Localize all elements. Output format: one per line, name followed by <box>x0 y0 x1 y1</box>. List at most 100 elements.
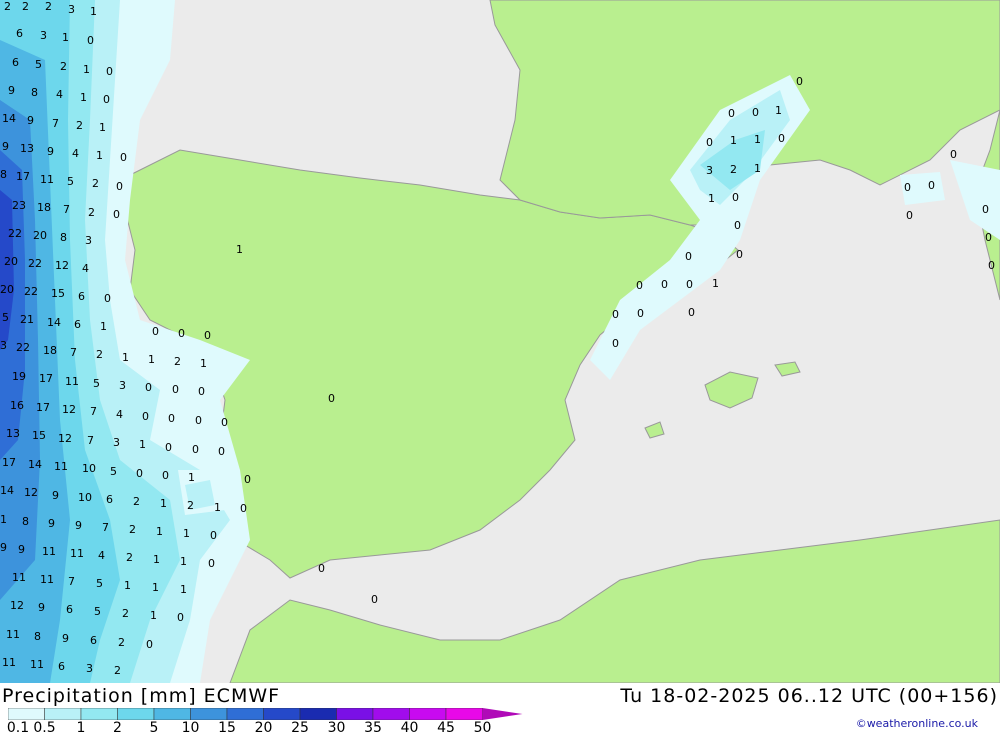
svg-text:0: 0 <box>906 209 913 222</box>
legend-label: 45 <box>437 720 455 736</box>
svg-text:11: 11 <box>2 656 16 669</box>
svg-text:2: 2 <box>96 348 103 361</box>
svg-text:12: 12 <box>55 259 69 272</box>
svg-text:5: 5 <box>110 465 117 478</box>
legend-panel: Precipitation [mm] ECMWF Tu 18-02-2025 0… <box>0 683 1000 736</box>
svg-text:0: 0 <box>168 412 175 425</box>
svg-text:1: 1 <box>775 104 782 117</box>
legend-swatch <box>336 708 374 720</box>
svg-text:9: 9 <box>38 601 45 614</box>
svg-text:4: 4 <box>98 549 105 562</box>
svg-text:11: 11 <box>42 545 56 558</box>
legend-label: 35 <box>364 720 382 736</box>
svg-text:15: 15 <box>32 429 46 442</box>
svg-text:0: 0 <box>950 148 957 161</box>
svg-text:4: 4 <box>116 408 123 421</box>
svg-text:16: 16 <box>10 399 24 412</box>
svg-text:14: 14 <box>47 316 61 329</box>
svg-text:2: 2 <box>133 495 140 508</box>
svg-text:15: 15 <box>51 287 65 300</box>
svg-text:1: 1 <box>100 320 107 333</box>
legend-label: 20 <box>254 720 273 736</box>
svg-text:1: 1 <box>80 91 87 104</box>
svg-text:1: 1 <box>180 583 187 596</box>
svg-text:3: 3 <box>68 3 75 16</box>
svg-text:12: 12 <box>24 486 38 499</box>
credit-link[interactable]: ©weatheronline.co.uk <box>856 717 978 730</box>
svg-text:0: 0 <box>178 327 185 340</box>
svg-text:7: 7 <box>70 346 77 359</box>
svg-text:2: 2 <box>118 636 125 649</box>
svg-text:2: 2 <box>4 0 11 13</box>
legend-label: 25 <box>291 720 309 736</box>
svg-text:9: 9 <box>62 632 69 645</box>
legend-label: 30 <box>327 720 346 736</box>
svg-text:2: 2 <box>174 355 181 368</box>
svg-text:2: 2 <box>730 163 737 176</box>
map-valid-time: Tu 18-02-2025 06..12 UTC (00+156) <box>620 685 998 707</box>
svg-text:10: 10 <box>78 491 92 504</box>
svg-text:17: 17 <box>39 372 53 385</box>
svg-text:0: 0 <box>661 278 668 291</box>
svg-text:1: 1 <box>122 351 129 364</box>
svg-text:0: 0 <box>328 392 335 405</box>
svg-text:1: 1 <box>96 149 103 162</box>
svg-text:0: 0 <box>204 329 211 342</box>
svg-text:12: 12 <box>58 432 72 445</box>
svg-text:5: 5 <box>94 605 101 618</box>
svg-text:0: 0 <box>145 381 152 394</box>
svg-text:1: 1 <box>236 243 243 256</box>
svg-text:4: 4 <box>82 262 89 275</box>
svg-text:0: 0 <box>195 414 202 427</box>
svg-text:0: 0 <box>208 557 215 570</box>
svg-text:0: 0 <box>318 562 325 575</box>
svg-text:2: 2 <box>22 0 29 13</box>
svg-text:1: 1 <box>90 5 97 18</box>
svg-text:0: 0 <box>637 307 644 320</box>
legend-label: 15 <box>218 720 236 736</box>
svg-text:22: 22 <box>8 227 22 240</box>
precipitation-map: 22231 6310 65210 98410 14 9 7 2 1 9 13 9 4 1 0 81… <box>0 0 1000 683</box>
svg-text:0: 0 <box>796 75 803 88</box>
svg-text:0: 0 <box>688 306 695 319</box>
svg-text:5: 5 <box>67 175 74 188</box>
legend-swatch <box>44 708 82 720</box>
legend-swatch <box>80 708 118 720</box>
svg-text:2: 2 <box>92 177 99 190</box>
svg-text:0: 0 <box>120 151 127 164</box>
svg-text:7: 7 <box>68 575 75 588</box>
svg-text:9: 9 <box>75 519 82 532</box>
svg-text:1: 1 <box>188 471 195 484</box>
legend-swatch <box>153 708 191 720</box>
svg-text:1: 1 <box>730 134 737 147</box>
svg-text:1: 1 <box>62 31 69 44</box>
legend-swatch <box>8 708 45 720</box>
svg-text:1: 1 <box>160 497 167 510</box>
svg-text:3: 3 <box>113 436 120 449</box>
svg-text:11: 11 <box>12 571 26 584</box>
svg-text:0: 0 <box>210 529 217 542</box>
legend-label: 10 <box>181 720 200 736</box>
svg-text:1: 1 <box>214 501 221 514</box>
svg-text:0: 0 <box>982 203 989 216</box>
svg-text:0: 0 <box>371 593 378 606</box>
legend-swatch <box>299 708 337 720</box>
svg-text:20: 20 <box>33 229 47 242</box>
svg-text:1: 1 <box>200 357 207 370</box>
svg-text:11: 11 <box>54 460 68 473</box>
svg-text:0: 0 <box>116 180 123 193</box>
svg-text:0: 0 <box>87 34 94 47</box>
svg-text:0: 0 <box>686 278 693 291</box>
svg-text:1: 1 <box>183 527 190 540</box>
legend-label: 40 <box>400 720 419 736</box>
svg-text:0: 0 <box>192 443 199 456</box>
svg-text:7: 7 <box>63 203 70 216</box>
svg-text:6: 6 <box>74 318 81 331</box>
svg-text:1: 1 <box>150 609 157 622</box>
svg-text:9: 9 <box>2 140 9 153</box>
svg-text:4: 4 <box>56 88 63 101</box>
svg-text:9: 9 <box>18 543 25 556</box>
map-title: Precipitation [mm] ECMWF <box>2 685 281 707</box>
svg-text:6: 6 <box>16 27 23 40</box>
svg-text:8: 8 <box>31 86 38 99</box>
